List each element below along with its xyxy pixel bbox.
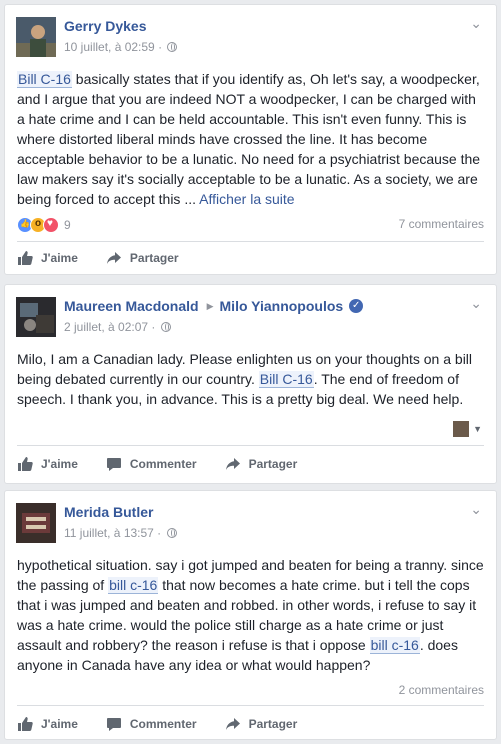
comment-label: Commenter: [129, 717, 197, 731]
post-text: hypothetical situation. say i got jumped…: [17, 555, 486, 675]
reaction-count: 9: [64, 218, 71, 232]
author-line: Maureen Macdonald ▶ Milo Yiannopoulos ✓: [64, 298, 364, 314]
viewer-selector[interactable]: ▼: [453, 421, 482, 437]
thumbs-up-icon: [18, 457, 33, 471]
post-meta: 10 juillet, à 02:59 ·: [64, 40, 178, 54]
comment-button[interactable]: Commenter: [106, 716, 197, 732]
post-card: Maureen Macdonald ▶ Milo Yiannopoulos ✓ …: [4, 284, 497, 484]
chevron-down-icon[interactable]: ⌄: [470, 501, 482, 518]
divider: [17, 445, 484, 446]
chevron-down-icon[interactable]: ⌄: [470, 15, 482, 32]
avatar[interactable]: [16, 297, 56, 337]
like-label: J'aime: [41, 717, 78, 731]
comment-count[interactable]: 7 commentaires: [399, 217, 484, 231]
hashtag-link[interactable]: Bill C-16: [258, 371, 314, 388]
share-button[interactable]: Partager: [225, 716, 298, 732]
comment-button[interactable]: Commenter: [106, 456, 197, 472]
post-card: Merida Butler 11 juillet, à 13:57 · ⌄ hy…: [4, 490, 497, 740]
hashtag-link[interactable]: bill c-16: [108, 577, 159, 594]
share-label: Partager: [248, 457, 298, 471]
post-meta: 11 juillet, à 13:57 ·: [64, 526, 177, 540]
globe-icon: [160, 322, 171, 332]
post-header: Maureen Macdonald ▶ Milo Yiannopoulos ✓ …: [5, 285, 496, 339]
see-more-link[interactable]: Afficher la suite: [199, 191, 294, 207]
comment-bubble-icon: [106, 718, 121, 731]
author-name[interactable]: Merida Butler: [64, 504, 153, 520]
author-line: Merida Butler: [64, 504, 153, 520]
avatar[interactable]: [16, 17, 56, 57]
post-text-part: basically states that if you identify as…: [17, 71, 481, 207]
divider: [17, 241, 484, 242]
post-stats: 2 commentaires: [17, 681, 484, 701]
action-bar: J'aime Partager: [17, 243, 484, 273]
share-button[interactable]: Partager: [106, 250, 179, 266]
post-time[interactable]: 2 juillet, à 02:07 ·: [64, 320, 155, 334]
love-reaction-icon: [43, 217, 59, 233]
comment-bubble-icon: [106, 458, 121, 471]
reactions[interactable]: 9: [17, 217, 71, 233]
share-label: Partager: [248, 717, 298, 731]
target-page-name[interactable]: Milo Yiannopoulos: [220, 298, 344, 314]
like-button[interactable]: J'aime: [17, 716, 78, 732]
thumbs-up-icon: [18, 717, 33, 731]
viewer-avatar: [453, 421, 470, 437]
thumbs-up-icon: [18, 251, 33, 265]
comment-label: Commenter: [129, 457, 197, 471]
post-stats: 9 7 commentaires: [17, 215, 484, 235]
post-card: Gerry Dykes 10 juillet, à 02:59 · ⌄ Bill…: [4, 4, 497, 275]
post-header: Merida Butler 11 juillet, à 13:57 · ⌄: [5, 491, 496, 545]
verified-badge-icon: ✓: [349, 299, 364, 313]
share-label: Partager: [129, 251, 179, 265]
post-header: Gerry Dykes 10 juillet, à 02:59 · ⌄: [5, 5, 496, 59]
chevron-down-icon[interactable]: ⌄: [470, 295, 482, 312]
divider: [17, 705, 484, 706]
post-meta: 2 juillet, à 02:07 ·: [64, 320, 171, 334]
share-button[interactable]: Partager: [225, 456, 298, 472]
action-bar: J'aime Commenter Partager: [17, 709, 484, 739]
caret-right-icon: ▶: [206, 300, 214, 311]
action-bar: J'aime Commenter Partager: [17, 449, 484, 479]
post-text: Milo, I am a Canadian lady. Please enlig…: [17, 349, 486, 409]
avatar[interactable]: [16, 503, 56, 543]
post-time[interactable]: 10 juillet, à 02:59 ·: [64, 40, 162, 54]
hashtag-link[interactable]: Bill C-16: [17, 71, 72, 88]
globe-icon: [167, 42, 178, 52]
share-arrow-icon: [225, 718, 240, 730]
post-text: Bill C-16 basically states that if you i…: [17, 69, 486, 209]
author-name[interactable]: Gerry Dykes: [64, 18, 147, 34]
comment-count[interactable]: 2 commentaires: [399, 683, 484, 697]
like-button[interactable]: J'aime: [17, 456, 78, 472]
globe-icon: [166, 528, 177, 538]
post-time[interactable]: 11 juillet, à 13:57 ·: [64, 526, 161, 540]
share-arrow-icon: [106, 252, 121, 264]
share-arrow-icon: [225, 458, 240, 470]
hashtag-link[interactable]: bill c-16: [369, 637, 420, 654]
author-line: Gerry Dykes: [64, 18, 147, 34]
author-name[interactable]: Maureen Macdonald: [64, 298, 199, 314]
like-label: J'aime: [41, 251, 78, 265]
like-label: J'aime: [41, 457, 78, 471]
caret-down-icon: ▼: [473, 424, 482, 434]
like-button[interactable]: J'aime: [17, 250, 78, 266]
